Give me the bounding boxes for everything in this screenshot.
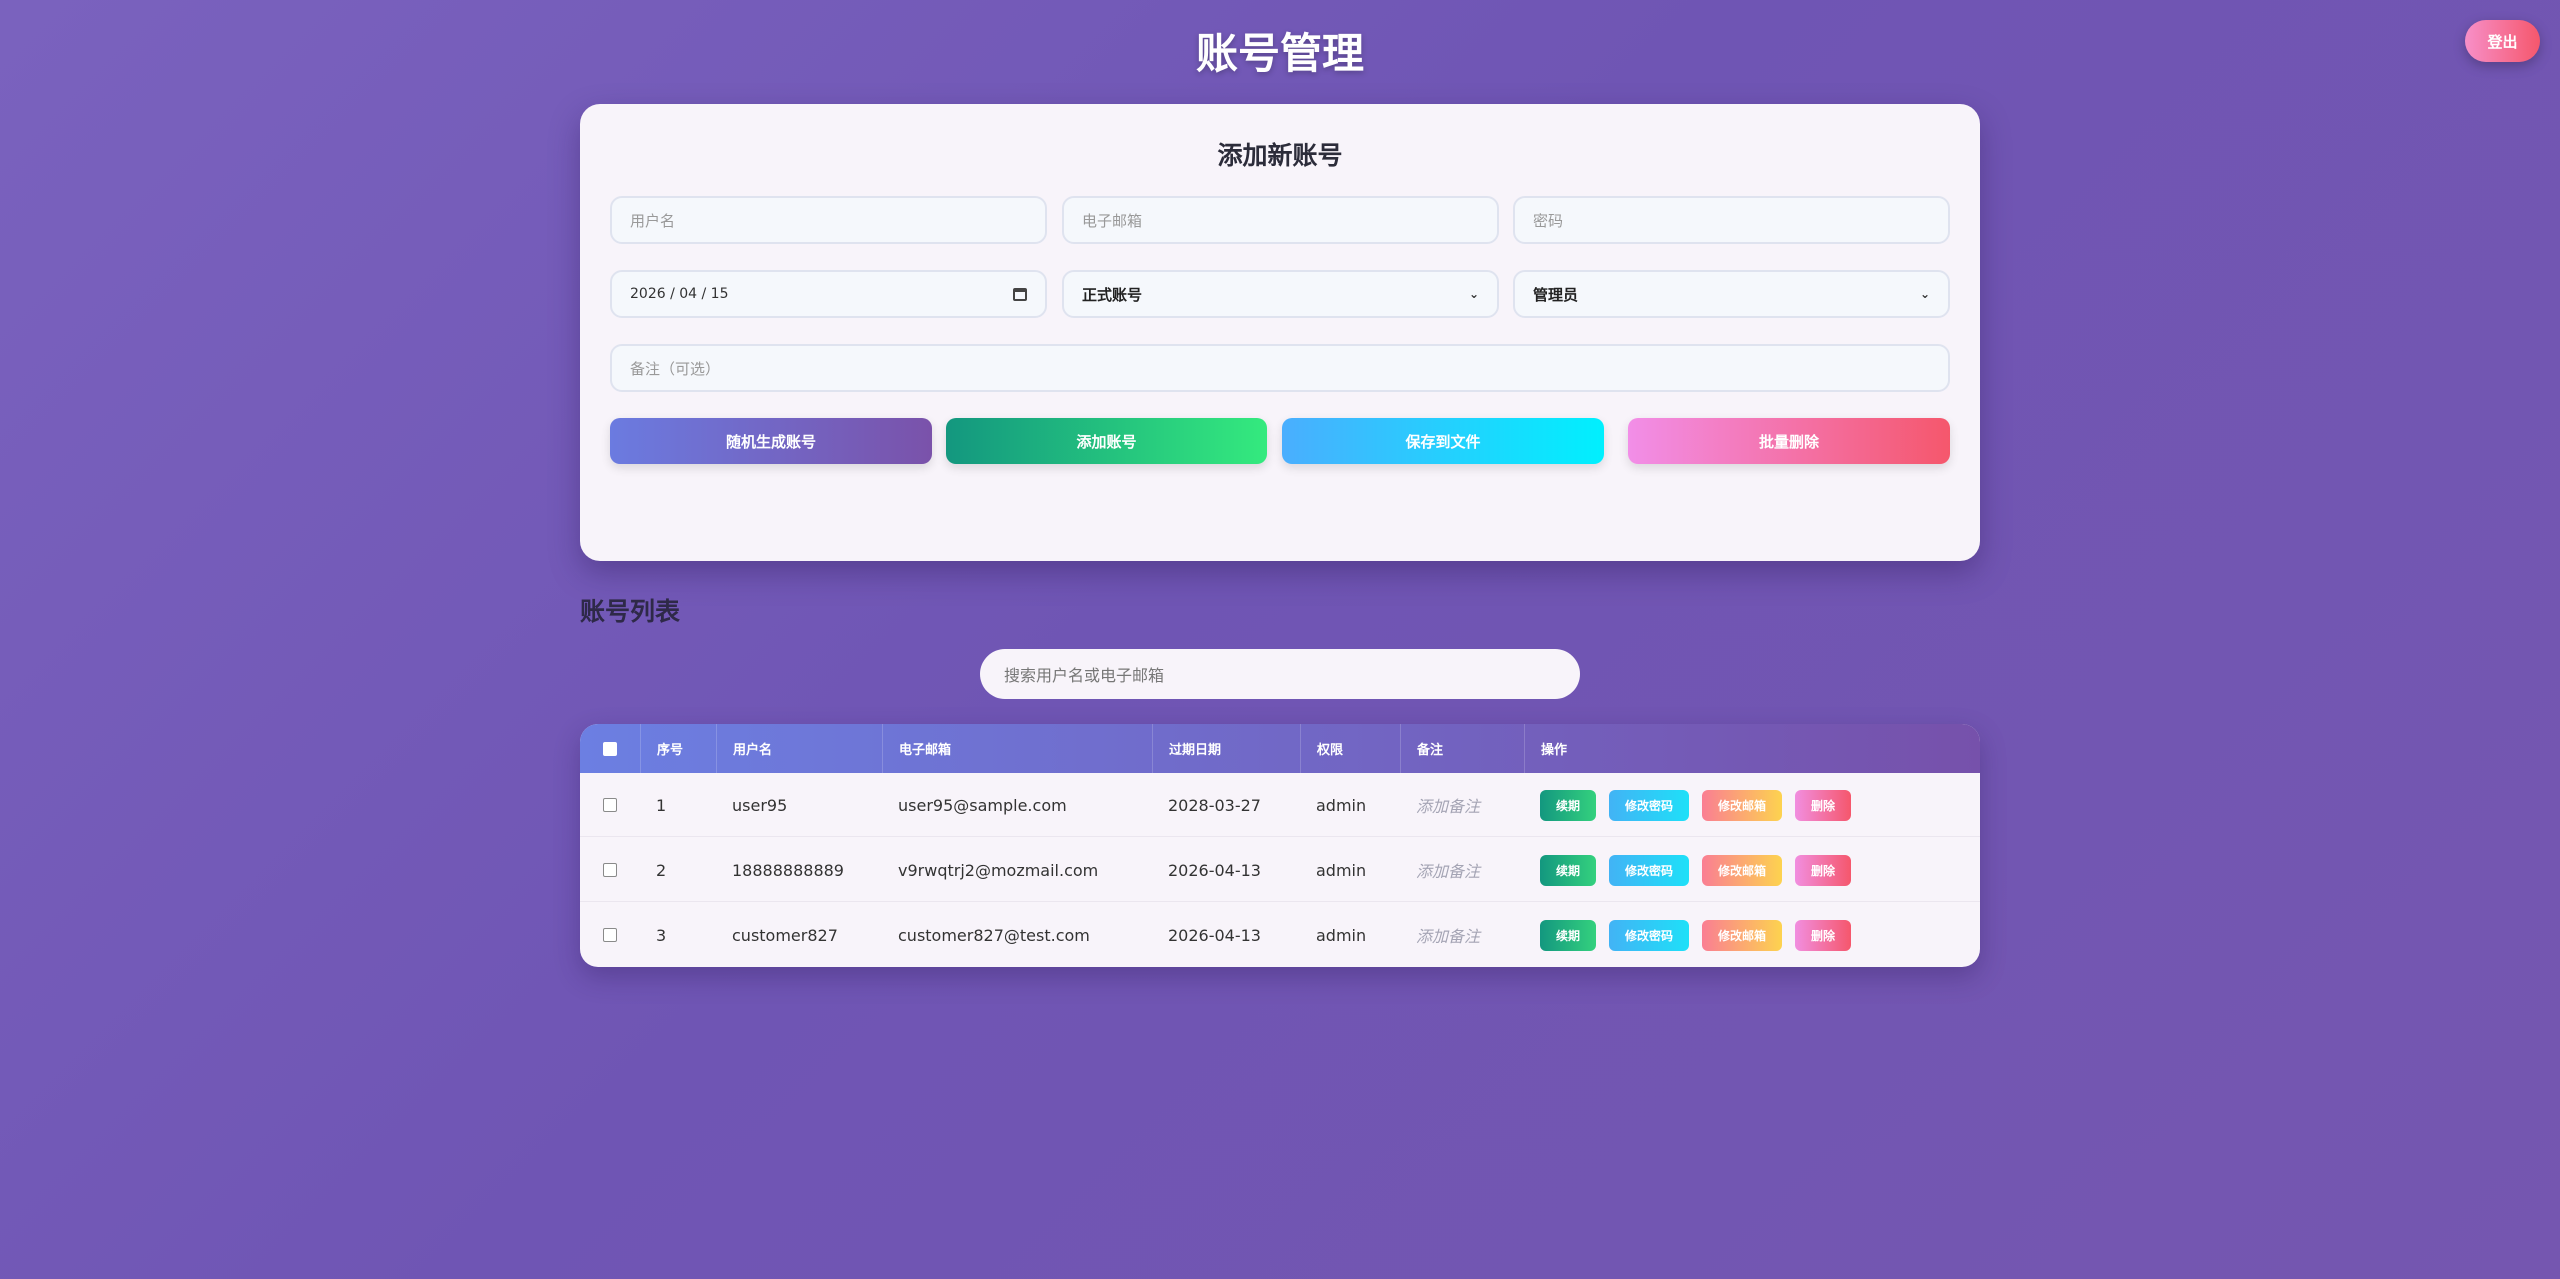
email-placeholder: 电子邮箱 [1082,211,1143,230]
add-account-button[interactable]: 添加账号 [946,418,1267,464]
row-checkbox[interactable] [603,863,617,877]
col-role: 权限 [1300,724,1400,773]
select-all-checkbox[interactable] [603,741,617,756]
change-password-button[interactable]: 修改密码 [1609,855,1689,886]
cell-email: user95@sample.com [898,795,1067,815]
table-header: 序号 用户名 电子邮箱 过期日期 权限 备注 操作 [580,724,1980,773]
change-password-button[interactable]: 修改密码 [1609,920,1689,951]
password-placeholder: 密码 [1533,211,1564,230]
change-email-button[interactable]: 修改邮箱 [1702,790,1782,821]
cell-role: admin [1316,795,1367,815]
cell-note[interactable]: 添加备注 [1400,903,1480,967]
cell-index: 2 [656,860,667,880]
row-select-cell [580,773,640,837]
col-note: 备注 [1400,724,1524,773]
save-to-file-button[interactable]: 保存到文件 [1282,418,1604,464]
cell-username: customer827 [732,925,838,945]
logout-button[interactable]: 登出 [2465,20,2540,62]
expiry-date-input[interactable]: 2026 / 04 / 15 [610,270,1047,318]
cell-index: 3 [656,925,667,945]
table-row: 3 customer827 customer827@test.com 2026-… [580,903,1980,967]
row-select-cell [580,903,640,967]
role-select[interactable]: 管理员 ⌄ [1513,270,1950,318]
cell-index: 1 [656,795,667,815]
renew-button[interactable]: 续期 [1540,920,1596,951]
cell-expiry: 2028-03-27 [1168,795,1261,815]
table-row: 1 user95 user95@sample.com 2028-03-27 ad… [580,773,1980,837]
col-expiry: 过期日期 [1152,724,1300,773]
cell-email: customer827@test.com [898,925,1090,945]
account-type-value: 正式账号 [1082,285,1143,304]
cell-expiry: 2026-04-13 [1168,860,1261,880]
note-placeholder: 备注（可选） [630,359,721,378]
select-all-cell [580,724,640,773]
cell-role: admin [1316,925,1367,945]
cell-email: v9rwqtrj2@mozmail.com [898,860,1099,880]
change-email-button[interactable]: 修改邮箱 [1702,920,1782,951]
col-actions: 操作 [1524,724,1980,773]
renew-button[interactable]: 续期 [1540,855,1596,886]
page-title: 账号管理 [1195,29,1364,78]
role-value: 管理员 [1533,285,1579,304]
cell-note[interactable]: 添加备注 [1400,773,1480,837]
renew-button[interactable]: 续期 [1540,790,1596,821]
chevron-down-icon: ⌄ [1468,287,1479,301]
batch-delete-button[interactable]: 批量删除 [1628,418,1950,464]
username-placeholder: 用户名 [630,211,676,230]
random-generate-button[interactable]: 随机生成账号 [610,418,932,464]
form-title: 添加新账号 [1217,141,1343,170]
password-input[interactable]: 密码 [1513,196,1950,244]
cell-role: admin [1316,860,1367,880]
delete-button[interactable]: 删除 [1795,855,1851,886]
delete-button[interactable]: 删除 [1795,790,1851,821]
cell-note[interactable]: 添加备注 [1400,838,1480,902]
row-select-cell [580,838,640,902]
col-index: 序号 [640,724,716,773]
account-type-select[interactable]: 正式账号 ⌄ [1062,270,1499,318]
calendar-icon[interactable] [1013,287,1027,301]
cell-username: user95 [732,795,788,815]
change-email-button[interactable]: 修改邮箱 [1702,855,1782,886]
col-username: 用户名 [716,724,882,773]
add-account-card: 添加新账号 用户名 电子邮箱 密码 2026 / 04 / 15 正式账号 ⌄ … [580,104,1980,561]
change-password-button[interactable]: 修改密码 [1609,790,1689,821]
col-email: 电子邮箱 [882,724,1152,773]
row-checkbox[interactable] [603,798,617,812]
chevron-down-icon: ⌄ [1919,287,1930,301]
search-input[interactable]: 搜索用户名或电子邮箱 [980,649,1580,699]
email-input[interactable]: 电子邮箱 [1062,196,1499,244]
cell-expiry: 2026-04-13 [1168,925,1261,945]
table-row: 2 18888888889 v9rwqtrj2@mozmail.com 2026… [580,838,1980,902]
row-checkbox[interactable] [603,928,617,942]
account-table: 序号 用户名 电子邮箱 过期日期 权限 备注 操作 1 user95 user9… [580,724,1980,967]
username-input[interactable]: 用户名 [610,196,1047,244]
expiry-date-value: 2026 / 04 / 15 [630,286,729,302]
note-input[interactable]: 备注（可选） [610,344,1950,392]
cell-username: 18888888889 [732,860,844,880]
list-title: 账号列表 [580,597,681,626]
delete-button[interactable]: 删除 [1795,920,1851,951]
search-placeholder: 搜索用户名或电子邮箱 [1004,666,1165,685]
